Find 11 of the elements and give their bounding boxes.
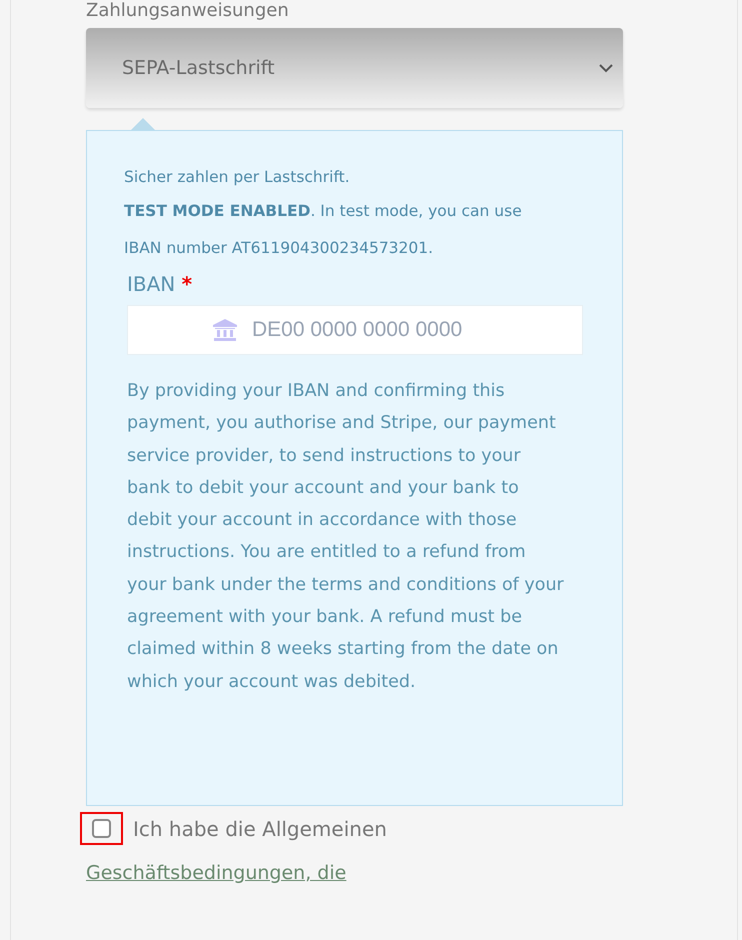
chevron-down-icon	[599, 64, 613, 72]
section-heading: Zahlungsanweisungen	[86, 0, 290, 22]
payment-method-select[interactable]: SEPA-Lastschrift	[86, 28, 623, 108]
iban-label: IBAN *	[126, 271, 194, 298]
iban-field[interactable]: DE00 0000 0000 0000	[127, 305, 583, 355]
mandate-text: By providing your IBAN and confirming this payment, you authorise and Stripe, our payment service provider, to send instructions to your bank to debit your account and your bank to debit your account in accordance with those instructions. You are entitled to a refund from your bank under the terms and conditions of your agreement with your bank. A refund must be claimed within 8 weeks starting from the date on which your account was debited.	[126, 380, 564, 694]
test-mode-notice: TEST MODE ENABLED. In test mode, you can use IBAN number AT611904300234573201.	[124, 201, 523, 259]
terms-checkbox[interactable]	[92, 819, 111, 838]
intro-text: Sicher zahlen per Lastschrift.	[124, 167, 351, 188]
terms-label: Ich habe die Allgemeinen	[133, 816, 387, 842]
terms-link[interactable]: Geschäftsbedingungen, die	[86, 859, 346, 888]
